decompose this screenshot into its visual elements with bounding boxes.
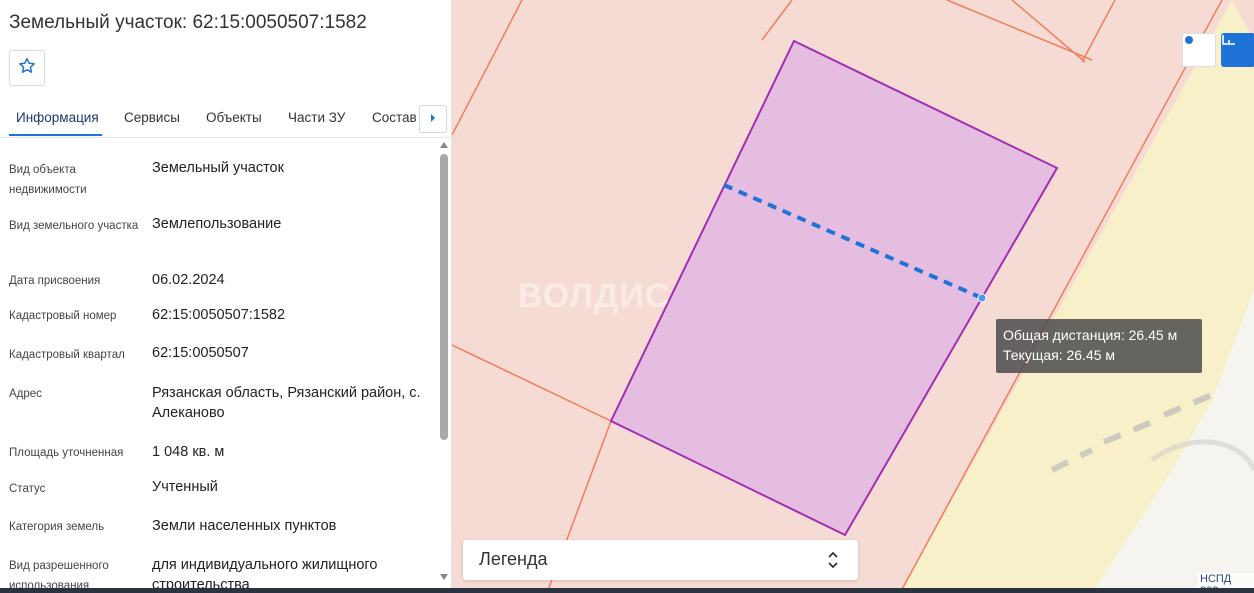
property-value: 1 048 кв. м [152, 444, 225, 460]
scroll-down-arrow-icon[interactable] [440, 574, 448, 580]
property-value: 06.02.2024 [152, 272, 225, 288]
tab-info[interactable]: Информация [16, 110, 99, 125]
tab-objects[interactable]: Объекты [206, 110, 262, 125]
scrollbar-thumb[interactable] [440, 154, 448, 440]
property-label: Кадастровый номер [9, 310, 117, 322]
favorite-button[interactable] [9, 50, 45, 86]
tab-composition[interactable]: Состав [372, 110, 417, 125]
property-label: Кадастровый квартал [9, 349, 125, 361]
active-tab-indicator [9, 134, 102, 136]
location-button[interactable] [1182, 33, 1216, 67]
property-value: Рязанская область, Рязанский район, с. А… [152, 385, 421, 421]
star-icon [17, 56, 37, 81]
property-value: для индивидуального жилищного строительс… [152, 557, 378, 588]
chevron-right-icon [429, 110, 437, 128]
chevron-up-down-icon[interactable] [825, 548, 841, 572]
total-distance: Общая дистанция: 26.45 м [1003, 327, 1178, 343]
watermark: ВОЛДИС [518, 277, 671, 315]
property-value: Учтенный [152, 479, 218, 495]
measure-point [977, 293, 987, 303]
info-panel: Земельный участок: 62:15:0050507:1582 Ин… [0, 0, 452, 593]
measure-tooltip: Общая дистанция: 26.45 м Текущая: 26.45 … [996, 319, 1202, 373]
property-label: Вид разрешенного использования [9, 560, 109, 588]
scroll-up-arrow-icon[interactable] [440, 142, 448, 148]
property-value: Земельный участок [152, 160, 284, 176]
tab-parts[interactable]: Части ЗУ [288, 110, 345, 125]
property-label: Вид земельного участка [9, 220, 139, 232]
property-label: Категория земель [9, 521, 105, 533]
tab-bar: Информация Сервисы Объекты Части ЗУ Сост… [0, 100, 452, 138]
legend-label: Легенда [479, 549, 548, 569]
tab-services[interactable]: Сервисы [124, 110, 180, 125]
properties-list: Вид объекта недвижимости Земельный участ… [0, 140, 440, 588]
map-view[interactable]: ВОЛДИС Общая дистанция: 26.45 м Текущая:… [452, 0, 1254, 593]
tabs-next-button[interactable] [419, 105, 447, 133]
properties-scrollbar[interactable] [438, 140, 450, 588]
measure-button[interactable] [1221, 33, 1254, 67]
page-title: Земельный участок: 62:15:0050507:1582 [9, 12, 367, 33]
property-label: Вид объекта недвижимости [9, 164, 87, 196]
property-label: Дата присвоения [9, 275, 101, 287]
legend-bar[interactable]: Легенда [463, 540, 858, 580]
property-label: Площадь уточненная [9, 447, 124, 459]
property-label: Статус [9, 483, 46, 495]
property-value: Землепользование [152, 216, 282, 232]
property-value: Земли населенных пунктов [152, 518, 337, 534]
current-distance: Текущая: 26.45 м [1003, 347, 1116, 363]
property-value: 62:15:0050507 [152, 345, 249, 361]
property-label: Адрес [9, 388, 42, 400]
property-value: 62:15:0050507:1582 [152, 307, 286, 323]
taskbar [0, 588, 1254, 593]
